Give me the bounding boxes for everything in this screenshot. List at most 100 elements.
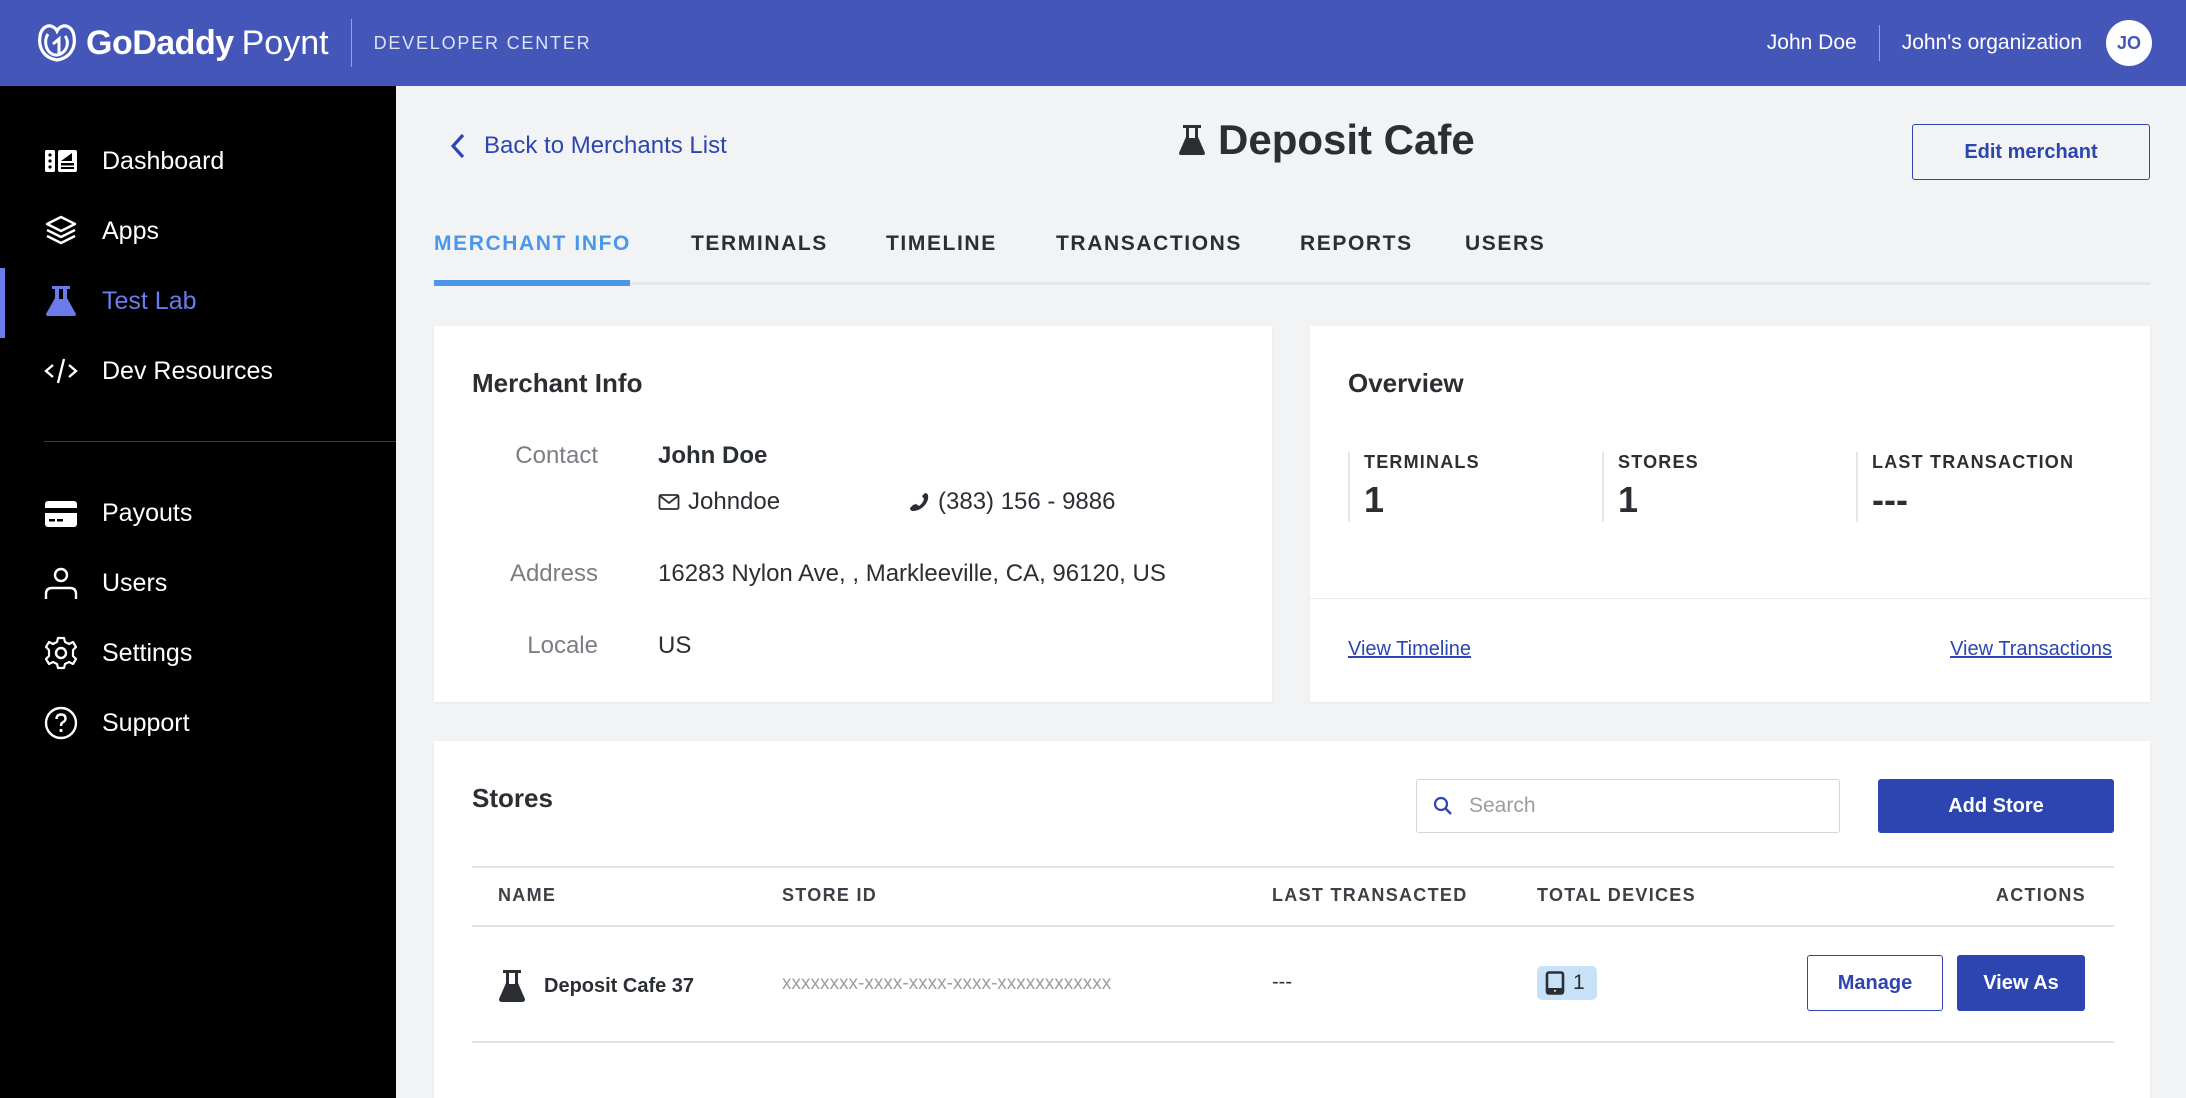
locale-label: Locale: [527, 632, 598, 659]
sidebar-item-label: Apps: [102, 216, 159, 245]
merchant-name: Deposit Cafe: [1218, 116, 1475, 163]
total-devices-badge: 1: [1537, 966, 1597, 1000]
godaddy-logo-icon: [38, 24, 76, 62]
column-header-store-id[interactable]: STORE ID: [782, 885, 877, 906]
stat-value: 1: [1618, 479, 1639, 520]
avatar[interactable]: JO: [2106, 20, 2152, 66]
sidebar-item-dashboard[interactable]: Dashboard: [0, 128, 396, 194]
store-name-cell[interactable]: Deposit Cafe 37: [498, 969, 694, 1003]
sidebar: Dashboard Apps Test Lab Dev Resources Pa…: [0, 86, 396, 1098]
address-label: Address: [509, 560, 598, 587]
view-as-button[interactable]: View As: [1957, 955, 2085, 1011]
chevron-left-icon: [450, 133, 465, 159]
tab-users[interactable]: USERS: [1465, 232, 1545, 282]
tab-transactions[interactable]: TRANSACTIONS: [1056, 232, 1242, 282]
table-header-border: [472, 925, 2114, 927]
back-to-merchants-link[interactable]: Back to Merchants List: [448, 132, 727, 160]
manage-button[interactable]: Manage: [1807, 955, 1943, 1011]
stores-title: Stores: [472, 783, 553, 813]
user-name[interactable]: John Doe: [1767, 31, 1857, 55]
phone-value: (383) 156 - 9886: [938, 488, 1116, 515]
flask-icon: [44, 284, 78, 318]
user-icon: [44, 566, 78, 600]
devices-count: 1: [1573, 971, 1585, 994]
contact-email[interactable]: Johndoe: [658, 488, 780, 516]
view-timeline-link[interactable]: View Timeline: [1348, 638, 1471, 661]
sidebar-item-apps[interactable]: Apps: [0, 198, 396, 264]
credit-card-icon: [44, 496, 78, 530]
contact-label: Contact: [515, 442, 598, 469]
column-header-actions: ACTIONS: [1995, 885, 2086, 905]
email-value: Johndoe: [688, 488, 781, 515]
sidebar-item-dev-resources[interactable]: Dev Resources: [0, 338, 396, 404]
flask-icon: [499, 970, 525, 1002]
sidebar-item-label: Payouts: [102, 498, 193, 527]
table-top-border: [472, 866, 2114, 868]
table-bottom-border: [472, 1041, 2114, 1043]
user-area: John Doe John's organization JO: [1767, 20, 2152, 66]
column-header-name[interactable]: NAME: [498, 885, 556, 906]
dashboard-icon: [44, 144, 78, 178]
search-icon: [1433, 796, 1452, 815]
add-store-button[interactable]: Add Store: [1878, 779, 2114, 833]
sidebar-item-label: Support: [102, 708, 190, 737]
active-tab-indicator: [434, 280, 630, 286]
sidebar-item-payouts[interactable]: Payouts: [0, 480, 396, 546]
store-name: Deposit Cafe 37: [544, 974, 695, 997]
brand-product: Poynt: [241, 23, 329, 62]
terminals-stat: TERMINALS 1: [1348, 452, 1480, 522]
store-id: xxxxxxxx-xxxx-xxxx-xxxx-xxxxxxxxxxxx: [782, 973, 1112, 994]
brand-logo[interactable]: GoDaddy Poynt: [34, 20, 329, 66]
sidebar-item-label: Dev Resources: [102, 356, 273, 385]
address-value: 16283 Nylon Ave, , Markleeville, CA, 961…: [658, 560, 1166, 587]
stores-stat: STORES 1: [1602, 452, 1699, 522]
tab-reports[interactable]: REPORTS: [1300, 232, 1413, 282]
column-header-total-devices[interactable]: TOTAL DEVICES: [1537, 885, 1696, 906]
overview-card: Overview TERMINALS 1 STORES 1 LAST TRANS…: [1310, 326, 2150, 702]
column-header-last-transacted[interactable]: LAST TRANSACTED: [1272, 885, 1468, 906]
last-transacted: ---: [1272, 971, 1292, 993]
overview-title: Overview: [1348, 368, 1464, 398]
tabs-baseline: [434, 282, 2150, 285]
tab-terminals[interactable]: TERMINALS: [691, 232, 828, 282]
gear-icon: [44, 636, 78, 670]
edit-merchant-button[interactable]: Edit merchant: [1912, 124, 2150, 180]
user-divider: [1878, 25, 1880, 61]
view-transactions-link[interactable]: View Transactions: [1950, 638, 2112, 661]
stat-label: STORES: [1618, 452, 1699, 472]
page-title: Deposit Cafe: [1178, 116, 1475, 164]
brand-name: GoDaddy: [86, 23, 234, 62]
top-header: GoDaddy Poynt DEVELOPER CENTER John Doe …: [0, 0, 2186, 86]
sidebar-item-label: Dashboard: [102, 146, 225, 175]
tab-merchant-info[interactable]: MERCHANT INFO: [434, 232, 631, 282]
contact-phone[interactable]: (383) 156 - 9886: [908, 488, 1115, 516]
sidebar-item-test-lab[interactable]: Test Lab: [0, 268, 396, 338]
phone-icon: [910, 493, 929, 511]
merchant-info-title: Merchant Info: [472, 368, 643, 398]
layers-icon: [44, 214, 78, 248]
sidebar-divider: [44, 441, 396, 442]
sidebar-item-settings[interactable]: Settings: [0, 620, 396, 686]
stores-card: Stores Add Store NAME STORE ID LAST TRAN…: [434, 741, 2150, 1098]
sidebar-item-label: Settings: [102, 638, 193, 667]
search-input[interactable]: [1469, 794, 1809, 818]
stat-value: ---: [1872, 479, 1908, 520]
main-content: Back to Merchants List Deposit Cafe Edit…: [396, 86, 2186, 1098]
code-icon: [44, 354, 78, 388]
contact-name: John Doe: [658, 442, 768, 469]
mail-icon: [658, 494, 680, 510]
back-link-label: Back to Merchants List: [484, 132, 727, 159]
stat-value: 1: [1364, 479, 1385, 520]
store-search[interactable]: [1416, 779, 1840, 833]
help-circle-icon: [44, 706, 78, 740]
merchant-info-card: Merchant Info Contact John Doe Johndoe (…: [434, 326, 1272, 702]
stat-label: TERMINALS: [1364, 452, 1480, 472]
sidebar-item-label: Users: [102, 568, 168, 597]
sidebar-item-users[interactable]: Users: [0, 550, 396, 616]
sidebar-item-support[interactable]: Support: [0, 690, 396, 756]
header-divider: [350, 19, 352, 67]
overview-divider: [1310, 598, 2150, 599]
tab-timeline[interactable]: TIMELINE: [886, 232, 997, 282]
tablet-icon: [1545, 971, 1565, 995]
organization-name[interactable]: John's organization: [1902, 31, 2082, 55]
